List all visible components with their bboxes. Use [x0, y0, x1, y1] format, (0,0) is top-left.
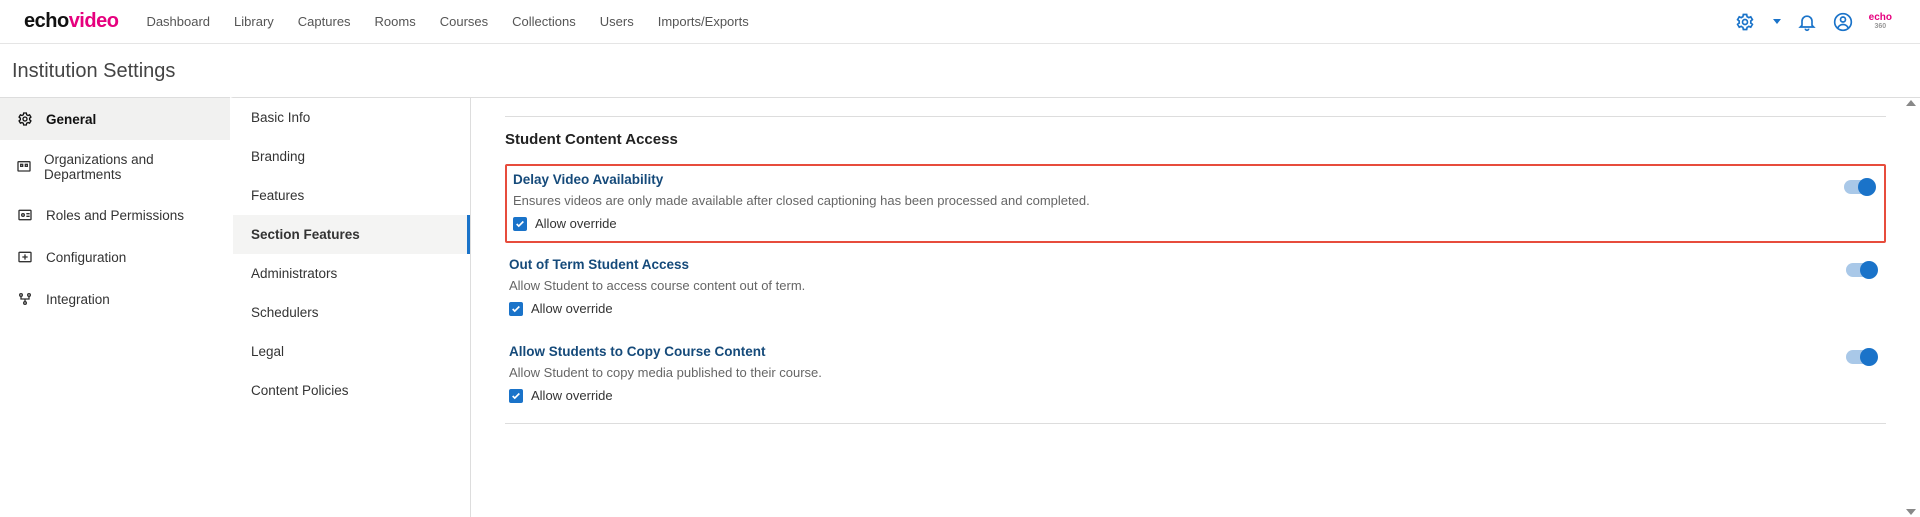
echo360-logo[interactable]: echo 360 [1869, 13, 1892, 30]
left-nav: General Organizations and Departments Ro… [0, 97, 230, 517]
nav-dashboard[interactable]: Dashboard [146, 14, 210, 29]
left-nav-general[interactable]: General [0, 98, 230, 140]
nav-collections[interactable]: Collections [512, 14, 576, 29]
left-nav-label: Integration [46, 292, 110, 307]
section-heading: Student Content Access [505, 131, 1886, 148]
chevron-down-icon[interactable] [1773, 19, 1781, 24]
mid-nav: Basic Info Branding Features Section Fea… [230, 97, 470, 517]
mid-nav-branding[interactable]: Branding [233, 137, 470, 176]
mid-nav-legal[interactable]: Legal [233, 332, 470, 371]
left-nav-label: Organizations and Departments [44, 152, 214, 182]
mid-nav-content-policies[interactable]: Content Policies [233, 371, 470, 410]
toggle-out-of-term[interactable] [1846, 263, 1876, 277]
toggle-delay-video[interactable] [1844, 180, 1874, 194]
setting-title: Allow Students to Copy Course Content [509, 344, 1882, 359]
mid-nav-schedulers[interactable]: Schedulers [233, 293, 470, 332]
override-label: Allow override [531, 388, 613, 403]
echo360-line1: echo [1869, 12, 1892, 23]
setting-desc: Ensures videos are only made available a… [513, 193, 1878, 208]
setting-desc: Allow Student to copy media published to… [509, 365, 1882, 380]
nav-courses[interactable]: Courses [440, 14, 488, 29]
setting-title: Out of Term Student Access [509, 257, 1882, 272]
divider [505, 116, 1886, 117]
mid-nav-features[interactable]: Features [233, 176, 470, 215]
nav-users[interactable]: Users [600, 14, 634, 29]
mid-nav-administrators[interactable]: Administrators [233, 254, 470, 293]
left-nav-label: General [46, 112, 96, 127]
logo-part-video: video [69, 10, 119, 32]
vertical-scrollbar[interactable] [1904, 98, 1918, 517]
content-pane: Student Content Access Delay Video Avail… [470, 97, 1920, 517]
nav-rooms[interactable]: Rooms [375, 14, 416, 29]
left-nav-roles[interactable]: Roles and Permissions [0, 194, 230, 236]
logo-part-echo: echo [24, 10, 69, 32]
scroll-up-icon[interactable] [1906, 100, 1916, 106]
left-nav-label: Configuration [46, 250, 126, 265]
topbar: echovideo Dashboard Library Captures Roo… [0, 0, 1920, 44]
setting-desc: Allow Student to access course content o… [509, 278, 1882, 293]
override-row: Allow override [513, 216, 1878, 231]
bell-icon[interactable] [1797, 12, 1817, 32]
settings-icon[interactable] [1735, 12, 1755, 32]
mid-nav-basic-info[interactable]: Basic Info [233, 98, 470, 137]
org-icon [16, 158, 32, 176]
echo360-line2: 360 [1869, 23, 1892, 30]
logo[interactable]: echovideo [24, 10, 118, 33]
left-nav-orgs[interactable]: Organizations and Departments [0, 140, 230, 194]
checkbox-allow-override[interactable] [513, 217, 527, 231]
user-icon[interactable] [1833, 12, 1853, 32]
divider [505, 423, 1886, 424]
left-nav-label: Roles and Permissions [46, 208, 184, 223]
setting-title: Delay Video Availability [513, 172, 1878, 187]
nav-imports-exports[interactable]: Imports/Exports [658, 14, 749, 29]
left-nav-config[interactable]: Configuration [0, 236, 230, 278]
toggle-copy-content[interactable] [1846, 350, 1876, 364]
setting-delay-video: Delay Video Availability Ensures videos … [505, 164, 1886, 243]
checkbox-allow-override[interactable] [509, 389, 523, 403]
override-row: Allow override [509, 388, 1882, 403]
scroll-down-icon[interactable] [1906, 509, 1916, 515]
left-nav-integration[interactable]: Integration [0, 278, 230, 320]
integration-icon [16, 290, 34, 308]
top-icons: echo 360 [1735, 12, 1892, 32]
override-label: Allow override [535, 216, 617, 231]
roles-icon [16, 206, 34, 224]
gear-icon [16, 110, 34, 128]
layout: General Organizations and Departments Ro… [0, 97, 1920, 517]
top-nav: Dashboard Library Captures Rooms Courses… [146, 14, 748, 29]
setting-out-of-term: Out of Term Student Access Allow Student… [505, 249, 1886, 330]
config-icon [16, 248, 34, 266]
override-label: Allow override [531, 301, 613, 316]
nav-captures[interactable]: Captures [298, 14, 351, 29]
nav-library[interactable]: Library [234, 14, 274, 29]
page-title: Institution Settings [0, 44, 1920, 97]
setting-copy-content: Allow Students to Copy Course Content Al… [505, 336, 1886, 417]
checkbox-allow-override[interactable] [509, 302, 523, 316]
override-row: Allow override [509, 301, 1882, 316]
mid-nav-section-features[interactable]: Section Features [233, 215, 470, 254]
